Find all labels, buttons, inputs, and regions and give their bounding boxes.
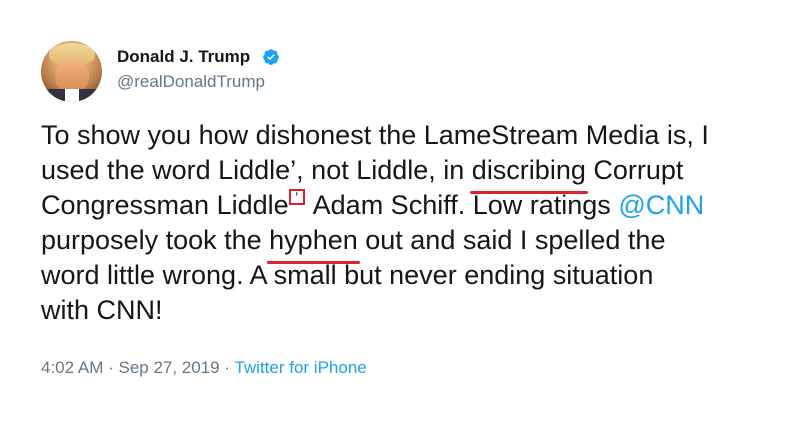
tweet-source-link[interactable]: Twitter for iPhone [234, 358, 366, 377]
underlined-word-hyphen: hyphen [267, 223, 360, 264]
tweet-text-segment: used the word Liddle’, not Liddle, in [41, 155, 472, 185]
avatar[interactable] [41, 41, 102, 102]
avatar-shirt [65, 89, 79, 102]
tweet-line: purposely took the hyphen out and said I… [41, 223, 761, 264]
tweet-line: To show you how dishonest the LameStream… [41, 120, 709, 150]
tweet-line: Congressman Liddle’ Adam Schiff. Low rat… [41, 188, 761, 223]
tweet-line: word little wrong. A small but never end… [41, 260, 654, 290]
tweet-text-segment: Adam Schiff. Low ratings [306, 190, 619, 220]
tweet-time[interactable]: 4:02 AM [41, 358, 103, 377]
author-handle[interactable]: @realDonaldTrump [117, 72, 265, 92]
tweet-text-segment: Corrupt [585, 155, 684, 185]
avatar-face [55, 59, 89, 93]
underlined-word-discribing: discribing [469, 153, 588, 194]
tweet-text-segment: Congressman Liddle [41, 190, 289, 220]
highlighted-apostrophe: ’ [288, 189, 305, 205]
tweet-meta: 4:02 AM · Sep 27, 2019 · Twitter for iPh… [41, 358, 367, 377]
verified-badge-icon [263, 49, 279, 65]
tweet-date[interactable]: Sep 27, 2019 [118, 358, 219, 377]
tweet-text: To show you how dishonest the LameStream… [41, 118, 761, 328]
tweet-text-segment: purposely took the [41, 225, 270, 255]
mention-link[interactable]: @CNN [618, 190, 704, 220]
tweet-line: with CNN! [41, 295, 163, 325]
tweet-card: Donald J. Trump @realDonaldTrump To show… [0, 0, 803, 425]
tweet-line: used the word Liddle’, not Liddle, in di… [41, 153, 761, 194]
tweet-text-segment: out and said I spelled the [357, 225, 666, 255]
author-name[interactable]: Donald J. Trump [117, 47, 250, 67]
